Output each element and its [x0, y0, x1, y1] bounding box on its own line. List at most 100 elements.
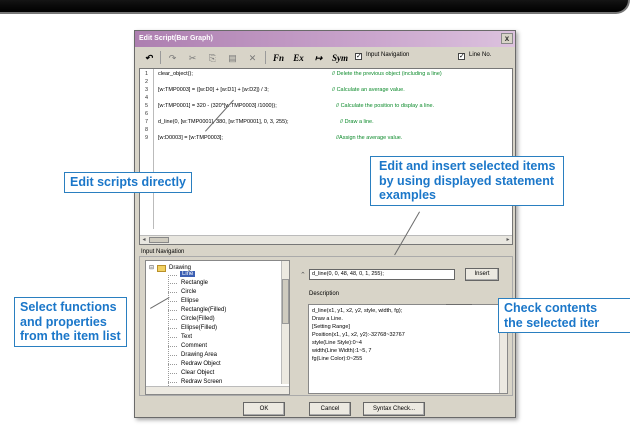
callout-text: Select functions — [20, 300, 117, 314]
tree-guide — [168, 319, 178, 320]
tree-item[interactable]: Circle — [181, 289, 196, 295]
scrollbar-thumb[interactable] — [282, 279, 289, 324]
tree-item[interactable]: Clear Object — [181, 370, 214, 376]
window-titlebar: Edit Script(Bar Graph) x — [135, 31, 515, 47]
line-no-checkbox[interactable]: ✓ — [458, 53, 465, 60]
description-line: style(Line Style):0~4 — [312, 340, 362, 346]
line-no-label: Line No. — [469, 52, 492, 58]
line-number-gutter: 1 2 3 4 5 6 7 8 9 — [140, 69, 154, 229]
system-icon[interactable]: Sym — [330, 50, 350, 65]
tree-guide — [168, 355, 178, 356]
tree-guide — [168, 310, 178, 311]
window-title: Edit Script(Bar Graph) — [139, 35, 213, 42]
tree-item[interactable]: Redraw Object — [181, 361, 221, 367]
page: Edit Script(Bar Graph) x ↶ ↷ ✂ ⎘ ▤ ✕ Fn … — [0, 0, 630, 426]
tree-item[interactable]: Redraw Screen — [181, 379, 222, 385]
tree-guide — [168, 275, 178, 276]
line-number: 3 — [144, 87, 149, 93]
description-line: [Setting Range] — [312, 324, 350, 330]
collapse-icon[interactable]: ⊟ — [149, 264, 154, 271]
code-line: [w:TMP0001] = 320 - (320*[w:TMP0003] /10… — [158, 103, 277, 109]
line-number: 5 — [144, 103, 149, 109]
tree-guide — [168, 283, 178, 284]
tree-item[interactable]: Rectangle — [181, 280, 208, 286]
paste-icon[interactable]: ▤ — [224, 50, 241, 65]
description-line: Draw a Line. — [312, 316, 343, 322]
replace-icon[interactable]: Ex — [290, 50, 307, 65]
description-line: width(Line Width):1~5, 7 — [312, 348, 372, 354]
tree-guide — [168, 337, 178, 338]
tree-item[interactable]: Text — [181, 334, 192, 340]
callout-edit-insert: Edit and insert selected items by using … — [370, 156, 565, 206]
callout-text: Edit and insert selected items — [379, 159, 556, 173]
callout-text: Check contents — [504, 301, 598, 315]
tree-guide — [168, 301, 178, 302]
tree-item[interactable]: Ellipse — [181, 298, 199, 304]
callout-text: from the item list — [20, 329, 121, 343]
ok-button[interactable]: OK — [243, 402, 285, 416]
delete-icon[interactable]: ✕ — [244, 50, 261, 65]
callout-text: by using displayed statement — [379, 173, 555, 188]
tree-guide — [168, 346, 178, 347]
callout-text: Edit scripts directly — [70, 175, 187, 189]
header-bar — [0, 0, 630, 14]
tree-item[interactable]: Rectangle(Filled) — [181, 307, 226, 313]
line-number: 4 — [144, 95, 149, 101]
tree-item-line[interactable]: Line — [180, 271, 196, 277]
find-icon[interactable]: Fn — [270, 50, 287, 65]
description-line: Position(x1, y1, x2, y2):-32768~32767 — [312, 332, 405, 338]
syntax-check-button[interactable]: Syntax Check... — [363, 402, 425, 416]
redo-icon[interactable]: ↷ — [164, 50, 181, 65]
edit-script-window: Edit Script(Bar Graph) x ↶ ↷ ✂ ⎘ ▤ ✕ Fn … — [134, 30, 516, 418]
line-number: 2 — [144, 79, 149, 85]
callout-text: and properties — [20, 314, 107, 329]
line-number: 1 — [144, 71, 149, 77]
code-line: clear_object(); — [158, 71, 193, 77]
cut-icon[interactable]: ✂ — [184, 50, 201, 65]
description-line: fg(Line Color):0~255 — [312, 356, 363, 362]
callout-edit-scripts: Edit scripts directly — [64, 172, 193, 193]
description-box: d_line(x1, y1, x2, y2, style, width, fg)… — [308, 304, 508, 394]
callout-text: examples — [379, 188, 436, 202]
line-number: 6 — [144, 111, 149, 117]
tree-item[interactable]: Ellipse(Filled) — [181, 325, 217, 331]
code-comment: // Calculate an average value. — [332, 87, 405, 93]
callout-text: the selected iter — [504, 315, 600, 330]
code-comment: // Draw a line. — [340, 119, 374, 125]
folder-icon — [157, 265, 166, 272]
toolbar-separator — [265, 51, 266, 64]
tree-item[interactable]: Comment — [181, 343, 207, 349]
copy-icon[interactable]: ⎘ — [204, 50, 221, 65]
line-number: 8 — [144, 127, 149, 133]
statement-example-input[interactable]: d_line(0, 0, 48, 48, 0, 1, 255); — [309, 269, 455, 280]
callout-select-functions: Select functions and properties from the… — [14, 297, 127, 347]
code-line: [w:D0003] = [w:TMP0003]; — [158, 135, 223, 141]
toolbar-separator — [160, 51, 161, 64]
tree-item[interactable]: Drawing Area — [181, 352, 217, 358]
editor-horizontal-scrollbar[interactable]: ◂ ▸ — [140, 235, 512, 244]
close-button[interactable]: x — [501, 33, 513, 44]
tree-guide — [168, 382, 178, 383]
tree-item[interactable]: Circle(Filled) — [181, 316, 215, 322]
item-tree[interactable]: ⊟ Drawing Line Rectangle Circle Ellipse … — [145, 260, 290, 395]
cancel-button[interactable]: Cancel — [309, 402, 351, 416]
insert-button[interactable]: Insert — [465, 268, 499, 281]
tree-guide — [168, 328, 178, 329]
line-number: 9 — [144, 135, 149, 141]
tree-vertical-scrollbar[interactable] — [281, 261, 289, 384]
callout-check-contents: Check contents the selected iter — [498, 298, 630, 333]
tree-guide — [168, 373, 178, 374]
scrollbar-thumb[interactable] — [149, 237, 169, 243]
jump-icon[interactable]: ↦ — [310, 50, 327, 65]
undo-icon[interactable]: ↶ — [140, 50, 157, 65]
tree-horizontal-scrollbar[interactable] — [146, 386, 289, 394]
scroll-left-icon[interactable]: ◂ — [140, 236, 148, 244]
input-navigation-checkbox[interactable]: ✓ — [355, 53, 362, 60]
code-comment: // Delete the previous object (including… — [332, 71, 442, 77]
toolbar: ↶ ↷ ✂ ⎘ ▤ ✕ Fn Ex ↦ Sym ✓ Input Navigati… — [138, 49, 512, 67]
code-comment: //Assign the average value. — [336, 135, 403, 141]
expand-arrow-icon[interactable]: ⌃ — [300, 271, 306, 279]
line-number: 7 — [144, 119, 149, 125]
scroll-right-icon[interactable]: ▸ — [504, 236, 512, 244]
tree-guide — [168, 292, 178, 293]
